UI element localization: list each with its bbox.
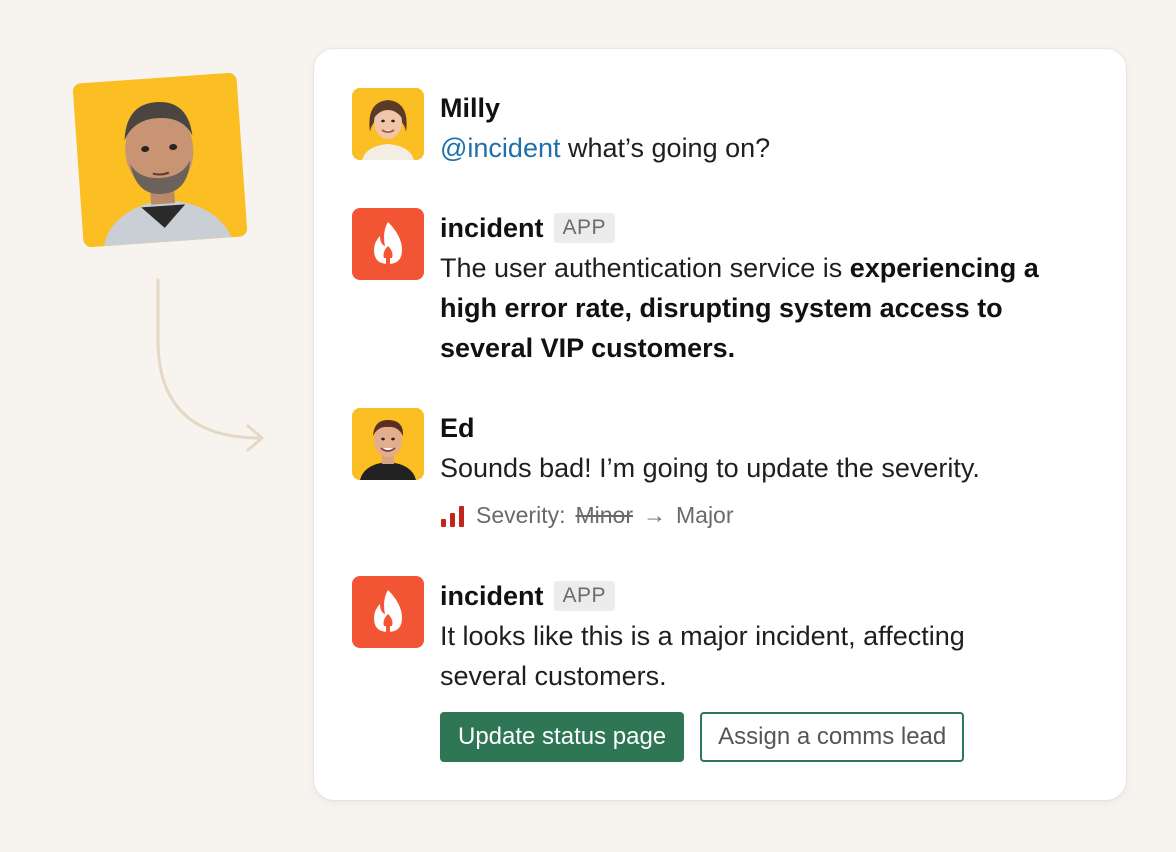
- message-text: The user authentication service is exper…: [440, 253, 1039, 363]
- avatar-incident: [352, 576, 424, 648]
- severity-old: Minor: [575, 502, 633, 528]
- user-avatar-large: [72, 72, 248, 248]
- flame-icon: [352, 208, 424, 280]
- flame-icon: [352, 576, 424, 648]
- message-text: It looks like this is a major incident, …: [440, 621, 965, 691]
- app-badge: APP: [553, 581, 616, 611]
- message-text: @incident what’s going on?: [440, 133, 771, 163]
- severity-change: Severity: Minor → Major: [440, 502, 1100, 529]
- action-buttons: Update status page Assign a comms lead: [440, 712, 1100, 762]
- mention-link[interactable]: @incident: [440, 133, 560, 163]
- sender-name: incident: [440, 580, 544, 611]
- arrow-right-icon: →: [643, 502, 666, 528]
- severity-label: Severity:: [476, 502, 566, 528]
- app-badge: APP: [553, 213, 616, 243]
- update-status-page-button[interactable]: Update status page: [440, 712, 685, 762]
- severity-new: Major: [676, 502, 734, 528]
- curved-arrow-icon: [156, 278, 264, 452]
- avatar-incident: [352, 208, 424, 280]
- signal-bars-icon: [441, 505, 464, 527]
- chat-card: Milly @incident what’s going on? inciden…: [314, 49, 1126, 800]
- avatar-ed: [352, 408, 424, 480]
- sender-name: Milly: [440, 92, 501, 123]
- avatar-milly: [352, 88, 424, 160]
- assign-comms-lead-button[interactable]: Assign a comms lead: [700, 712, 965, 762]
- sender-name: Ed: [440, 412, 475, 443]
- message-text: Sounds bad! I’m going to update the seve…: [440, 453, 980, 483]
- sender-name: incident: [440, 212, 544, 243]
